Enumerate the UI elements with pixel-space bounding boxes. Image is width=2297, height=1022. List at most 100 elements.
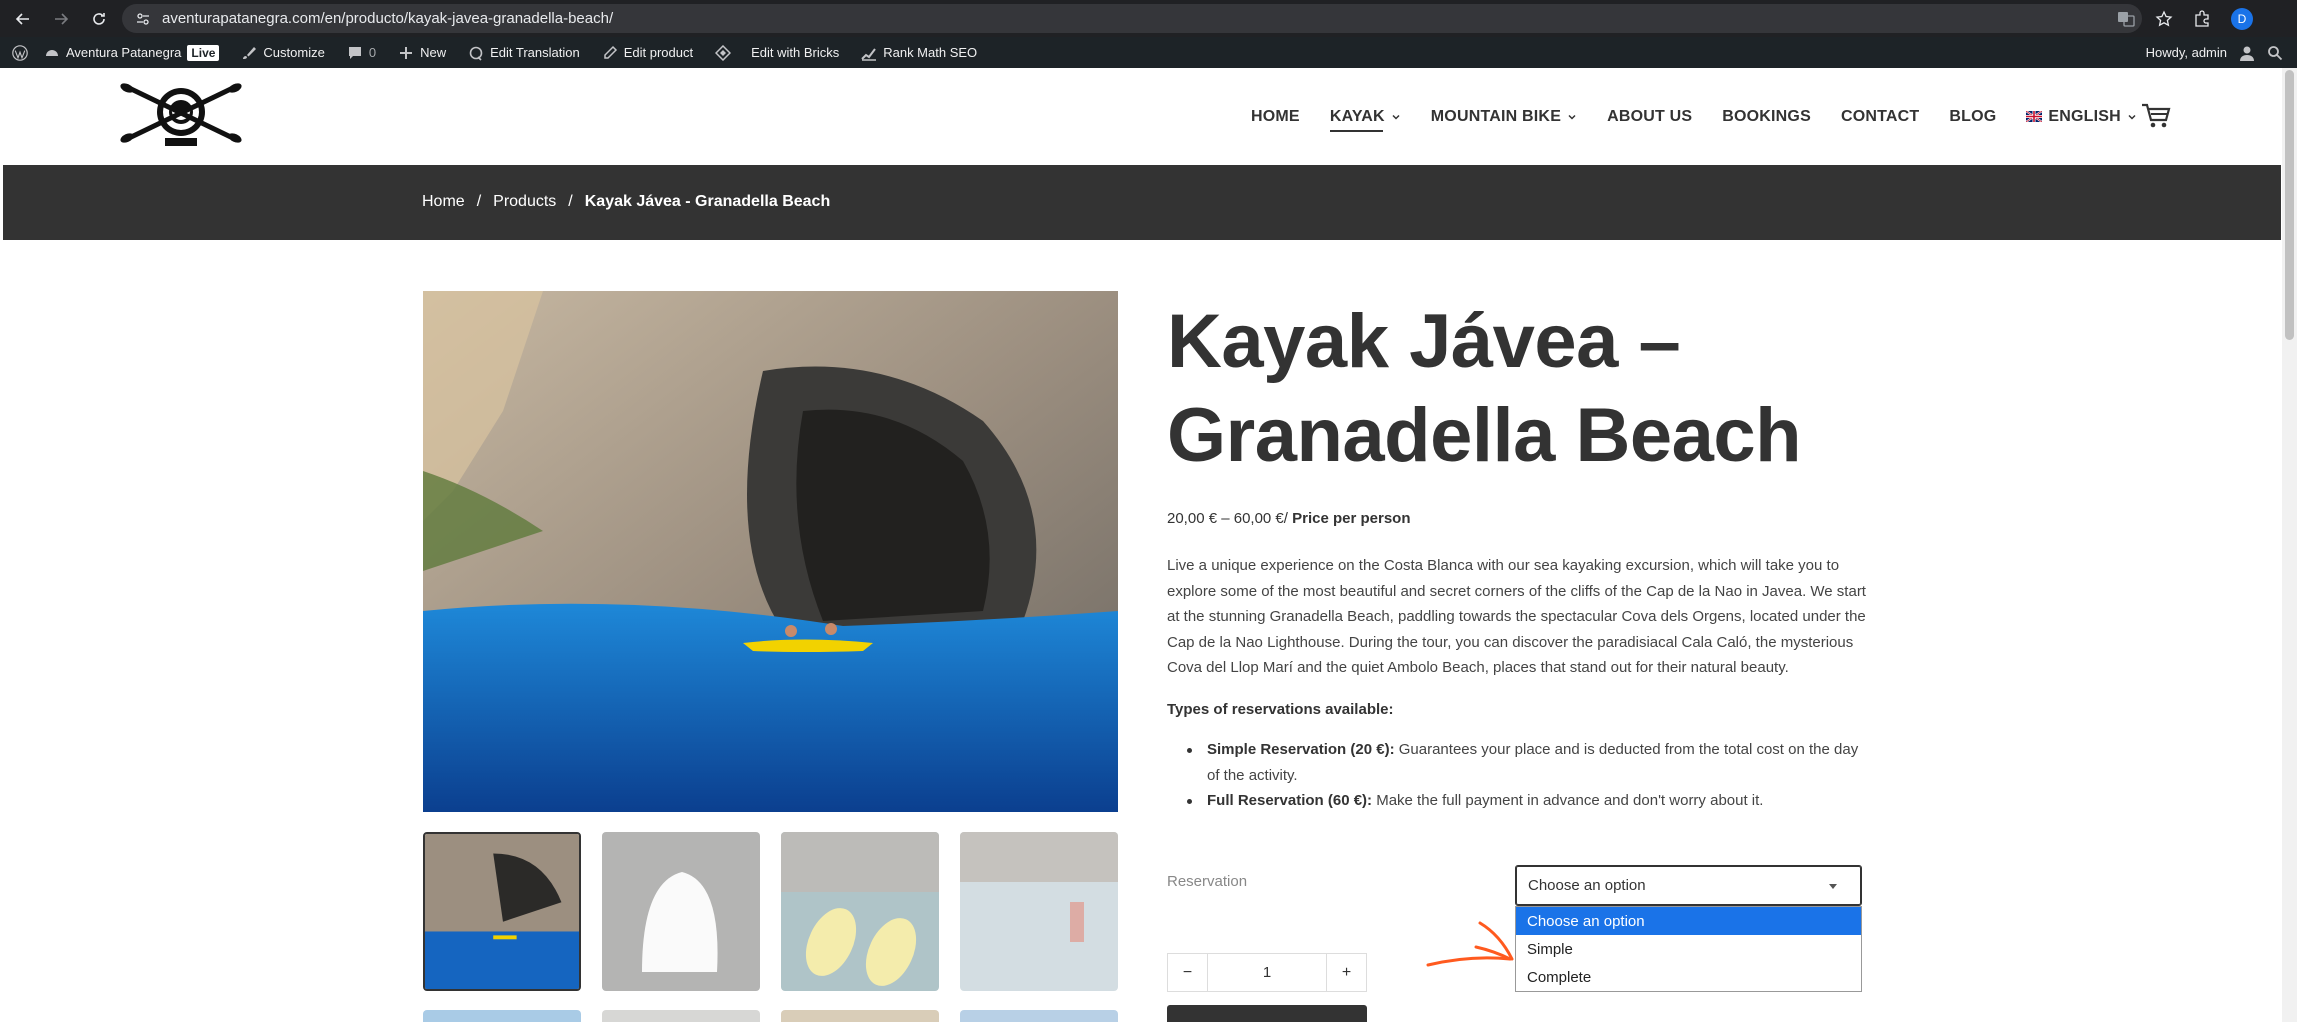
plus-icon [400,46,413,59]
nav-contact-label: CONTACT [1840,107,1920,125]
back-arrow-icon [15,12,29,25]
price-suffix: Price per person [1292,510,1411,527]
wp-admin-bar: Aventura Patanegra Live Customize 0 New … [0,37,2297,68]
product-title-line1: Kayak Jávea – [1167,299,1681,384]
option-choose[interactable]: Choose an option [1516,907,1861,935]
bookmark-star-icon[interactable] [2155,9,2173,28]
address-bar[interactable]: aventurapatanegra.com/en/producto/kayak-… [122,4,2142,33]
admin-account-area: Howdy, admin [2146,37,2283,68]
reservation-select-value: Choose an option [1528,877,1646,894]
translation-icon [469,46,483,61]
back-button[interactable] [8,4,38,34]
site-name: Aventura Patanegra [66,45,182,60]
reservation-options-list: Choose an option Simple Complete [1515,906,1862,992]
forward-button[interactable] [46,4,76,34]
product-description: Live a unique experience on the Costa Bl… [1167,557,1866,677]
quantity-increase-button[interactable]: + [1327,954,1366,991]
new-content-menu[interactable]: New [398,45,446,61]
product-price: 20,00 € – 60,00 €/ Price per person [1167,510,1411,527]
cart-icon[interactable] [2141,102,2171,130]
reservation-label: Reservation [1167,873,1248,890]
rank-math-label: Rank Math SEO [883,45,978,60]
option-simple[interactable]: Simple [1516,935,1861,963]
scrollbar-thumb[interactable] [2285,70,2294,340]
nav-mountain-bike-label: MOUNTAIN BIKE [1430,107,1562,125]
url-text[interactable]: aventurapatanegra.com/en/producto/kayak-… [162,10,613,27]
nav-home-label: HOME [1251,107,1300,125]
nav-home[interactable]: HOME [1251,108,1300,126]
thumbnail-5[interactable] [423,1010,581,1022]
reservation-types-title: Types of reservations available: [1167,701,1394,718]
wordpress-logo-menu[interactable] [12,44,28,61]
rank-math-menu[interactable]: Rank Math SEO [861,45,977,61]
site-name-menu[interactable]: Aventura Patanegra Live [44,44,220,61]
price-range: 20,00 € – 60,00 €/ [1167,510,1288,527]
breadcrumb-current: Kayak Jávea - Granadella Beach [584,193,831,210]
breadcrumb-band: Home / Products / Kayak Jávea - Granadel… [3,165,2281,240]
annotation-arrow-icon [1426,921,1514,967]
breadcrumb: Home / Products / Kayak Jávea - Granadel… [422,193,830,211]
translate-icon[interactable] [2117,10,2135,28]
thumbnail-6[interactable] [602,1010,760,1022]
nav-kayak[interactable]: KAYAK [1329,108,1401,132]
pencil-icon [603,45,617,59]
list-item: Simple Reservation (20 €): Guarantees yo… [1167,737,1867,788]
site-info-icon[interactable] [136,12,150,26]
edit-product-link[interactable]: Edit product [602,45,693,61]
product-main-image[interactable] [423,291,1118,812]
quantity-input[interactable]: 1 [1207,954,1327,991]
extensions-icon[interactable] [2193,9,2211,28]
profile-avatar[interactable]: D [2231,7,2253,30]
comments-link[interactable]: 0 [347,45,376,61]
customize-link[interactable]: Customize [241,45,325,61]
nav-mountain-bike[interactable]: MOUNTAIN BIKE [1431,108,1577,126]
chevron-down-icon [1568,114,1576,120]
breadcrumb-separator: / [568,193,573,210]
nav-language[interactable]: ENGLISH [2026,108,2137,126]
uk-flag-icon [2026,111,2043,122]
nav-bookings[interactable]: BOOKINGS [1722,108,1811,126]
rank-math-icon [861,47,877,61]
bricks-icon [715,44,732,61]
new-label: New [420,45,447,60]
site-logo[interactable] [119,80,243,150]
quantity-decrease-button[interactable]: − [1168,954,1207,991]
type-text: Make the full payment in advance and don… [1372,792,1764,810]
wordpress-icon [12,44,28,61]
reservation-select[interactable]: Choose an option [1515,865,1862,906]
nav-language-label: ENGLISH [2048,107,2121,125]
browser-toolbar: aventurapatanegra.com/en/producto/kayak-… [0,0,2297,37]
main-navigation: HOME KAYAK MOUNTAIN BIKE ABOUT US BOOKIN… [1251,68,2167,165]
thumbnail-4[interactable] [960,832,1118,991]
user-avatar-icon[interactable] [2239,45,2255,61]
product-title: Kayak Jávea – Granadella Beach [1167,295,1867,483]
thumbnail-8[interactable] [960,1010,1118,1022]
option-complete[interactable]: Complete [1516,963,1861,991]
nav-contact[interactable]: CONTACT [1841,108,1919,126]
quantity-stepper: − 1 + [1167,953,1367,992]
thumbnail-1[interactable] [423,832,581,991]
comments-count: 0 [368,45,377,60]
nav-blog-label: BLOG [1949,107,1997,125]
site-header: HOME KAYAK MOUNTAIN BIKE ABOUT US BOOKIN… [3,68,2281,165]
dashboard-icon [46,49,58,56]
nav-about-us[interactable]: ABOUT US [1607,108,1692,126]
product-title-line2: Granadella Beach [1167,393,1802,478]
search-icon[interactable] [2267,45,2283,61]
edit-translation-link[interactable]: Edit Translation [468,45,580,61]
edit-product-label: Edit product [623,45,694,60]
page: aventurapatanegra.com/en/producto/kayak-… [0,0,2297,1022]
thumbnail-7[interactable] [781,1010,939,1022]
nav-blog[interactable]: BLOG [1949,108,1996,126]
thumbnail-3[interactable] [781,832,939,991]
reload-button[interactable] [84,4,114,34]
customize-label: Customize [263,45,325,60]
breadcrumb-home[interactable]: Home [422,193,465,211]
dropdown-arrow-icon [1829,884,1837,889]
add-to-cart-button[interactable] [1167,1005,1367,1022]
howdy-text[interactable]: Howdy, admin [2146,45,2227,60]
thumbnail-2[interactable] [602,832,760,991]
forward-arrow-icon [55,12,69,25]
breadcrumb-products[interactable]: Products [493,193,556,211]
edit-with-bricks-link[interactable]: Edit with Bricks [715,44,839,61]
